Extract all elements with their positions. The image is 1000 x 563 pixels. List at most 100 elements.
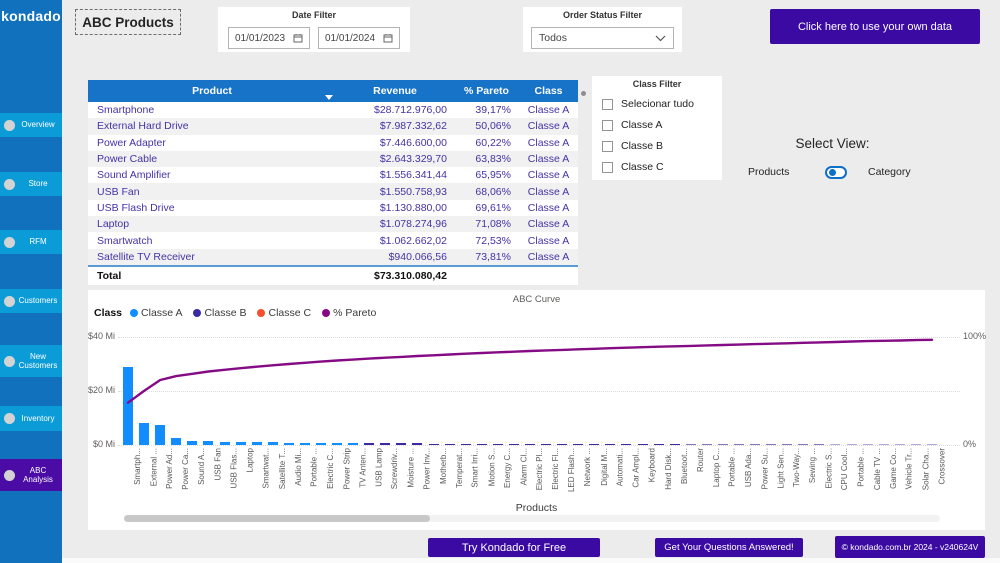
x-axis-label: Moisture ... — [406, 448, 415, 488]
cell-revenue: $1.062.662,02 — [336, 235, 454, 247]
table-row[interactable]: Smartphone$28.712.976,0039,17%Classe A — [88, 102, 578, 118]
sidebar-item-inventory[interactable]: Inventory — [0, 406, 62, 431]
x-axis-label: Hard Disk... — [664, 448, 673, 490]
cell-pareto: 60,22% — [454, 137, 519, 149]
legend-item--pareto[interactable]: % Pareto — [322, 307, 376, 319]
legend-item-classe-b[interactable]: Classe B — [193, 307, 246, 319]
table-row[interactable]: Sound Amplifier$1.556.341,4465,95%Classe… — [88, 167, 578, 183]
table-row[interactable]: Smartwatch$1.062.662,0272,53%Classe A — [88, 232, 578, 248]
column-header-class[interactable]: Class — [519, 80, 578, 102]
class-filter-option-selecionar-tudo[interactable]: Selecionar tudo — [602, 96, 694, 112]
cell-product: Smartwatch — [88, 235, 336, 247]
chevron-down-icon — [655, 35, 666, 42]
checkbox-label: Classe B — [621, 140, 663, 152]
x-axis-label: Audio Mi... — [294, 448, 303, 486]
sidebar-item-store[interactable]: Store — [0, 172, 62, 196]
x-axis-label: Power Strip — [342, 448, 351, 489]
use-own-data-button[interactable]: Click here to use your own data — [770, 9, 980, 44]
x-axis-label: Laptop — [246, 448, 255, 472]
legend-dot-icon — [257, 309, 265, 317]
cell-revenue: $1.130.880,00 — [336, 202, 454, 214]
x-axis-label: Digital M... — [599, 448, 608, 486]
checkbox-unchecked[interactable] — [602, 162, 613, 173]
questions-button[interactable]: Get Your Questions Answered! — [655, 538, 803, 557]
date-end-input[interactable]: 01/01/2024 — [318, 27, 400, 49]
nav-item-label: RFM — [17, 237, 62, 246]
table-scrollbar[interactable] — [581, 91, 586, 96]
table-row[interactable]: Power Cable$2.643.329,7063,83%Classe A — [88, 151, 578, 167]
checkbox-unchecked[interactable] — [602, 99, 613, 110]
column-header-product[interactable]: Product — [88, 80, 336, 102]
column-header--pareto[interactable]: % Pareto — [454, 80, 519, 102]
class-filter-option-classe-c[interactable]: Classe C — [602, 159, 664, 175]
cell-pareto: 68,06% — [454, 186, 519, 198]
calendar-icon — [293, 33, 303, 43]
x-axis-label: Smartwat... — [262, 448, 271, 488]
x-axis-label: Game Co... — [889, 448, 898, 489]
date-filter-title: Date Filter — [218, 10, 410, 20]
sidebar-item-rfm[interactable]: RFM — [0, 230, 62, 254]
bottom-strip — [62, 558, 1000, 563]
date-start-input[interactable]: 01/01/2023 — [228, 27, 310, 49]
x-axis-label: Car Ampl... — [631, 448, 640, 488]
checkbox-unchecked[interactable] — [602, 120, 613, 131]
x-axis-label: Network ... — [583, 448, 592, 486]
y-axis-tick: $20 Mi — [88, 385, 115, 395]
nav-item-label: Inventory — [17, 414, 62, 423]
sidebar: kondado Overview Store RFM Customers New Cus… — [0, 0, 62, 563]
cell-class: Classe A — [519, 218, 578, 230]
chart-scrollbar-thumb[interactable] — [124, 515, 430, 522]
x-axis-label: TV Anten... — [358, 448, 367, 488]
class-filter-option-classe-b[interactable]: Classe B — [602, 138, 663, 154]
x-axis-label: USB Fan — [213, 448, 222, 480]
checkbox-label: Selecionar tudo — [621, 98, 694, 110]
table-row[interactable]: USB Fan$1.550.758,9368,06%Classe A — [88, 183, 578, 199]
x-axis-label: Bluetoot... — [680, 448, 689, 484]
table-row[interactable]: Satellite TV Receiver$940.066,5673,81%Cl… — [88, 249, 578, 265]
cell-class: Classe A — [519, 235, 578, 247]
x-axis-label: USB Flas... — [230, 448, 239, 488]
cell-product: Laptop — [88, 218, 336, 230]
cell-class: Classe A — [519, 202, 578, 214]
cell-pareto: 50,06% — [454, 120, 519, 132]
cell-product: Sound Amplifier — [88, 169, 336, 181]
sidebar-item-overview[interactable]: Overview — [0, 113, 62, 137]
chart-scrollbar-track[interactable] — [124, 515, 940, 522]
table-row[interactable]: Laptop$1.078.274,9671,08%Classe A — [88, 216, 578, 232]
x-axis-title: Products — [88, 502, 985, 514]
order-status-filter-title: Order Status Filter — [523, 10, 682, 20]
x-axis-label: CPU Cool... — [841, 448, 850, 490]
try-free-button[interactable]: Try Kondado for Free — [428, 538, 600, 557]
cell-product: Satellite TV Receiver — [88, 251, 336, 263]
legend-item-classe-c[interactable]: Classe C — [257, 307, 311, 319]
view-option-category[interactable]: Category — [868, 166, 911, 178]
cell-product: USB Fan — [88, 186, 336, 198]
table-row[interactable]: USB Flash Drive$1.130.880,0069,61%Classe… — [88, 200, 578, 216]
view-toggle[interactable] — [825, 166, 847, 179]
legend-item-label: Classe C — [268, 307, 311, 319]
cell-revenue: $1.550.758,93 — [336, 186, 454, 198]
chart-legend: ClassClasse AClasse BClasse C% Pareto — [94, 307, 387, 319]
sidebar-item-new-customers[interactable]: New Customers — [0, 345, 62, 377]
sidebar-item-customers[interactable]: Customers — [0, 289, 62, 313]
view-option-products[interactable]: Products — [748, 166, 789, 178]
table-row[interactable]: External Hard Drive$7.987.332,6250,06%Cl… — [88, 118, 578, 134]
cell-product: Power Adapter — [88, 137, 336, 149]
table-row[interactable]: Power Adapter$7.446.600,0060,22%Classe A — [88, 135, 578, 151]
legend-item-classe-a[interactable]: Classe A — [130, 307, 182, 319]
class-filter-option-classe-a[interactable]: Classe A — [602, 117, 662, 133]
x-axis-label: Portable ... — [857, 448, 866, 487]
legend-item-label: Classe B — [204, 307, 246, 319]
nav-item-icon — [4, 413, 15, 424]
x-axis-label: Smartph... — [133, 448, 142, 485]
order-status-dropdown[interactable]: Todos — [531, 27, 674, 49]
column-header-revenue[interactable]: Revenue — [336, 80, 454, 102]
app-logo: kondado — [0, 8, 62, 24]
chart-title: ABC Curve — [88, 294, 985, 305]
checkbox-label: Classe C — [621, 161, 664, 173]
checkbox-unchecked[interactable] — [602, 141, 613, 152]
table-total-row: Total $73.310.080,42 — [88, 265, 578, 285]
legend-dot-icon — [130, 309, 138, 317]
sidebar-item-abc-analysis[interactable]: ABC Analysis — [0, 459, 62, 491]
y2-axis-tick: 100% — [963, 331, 986, 341]
